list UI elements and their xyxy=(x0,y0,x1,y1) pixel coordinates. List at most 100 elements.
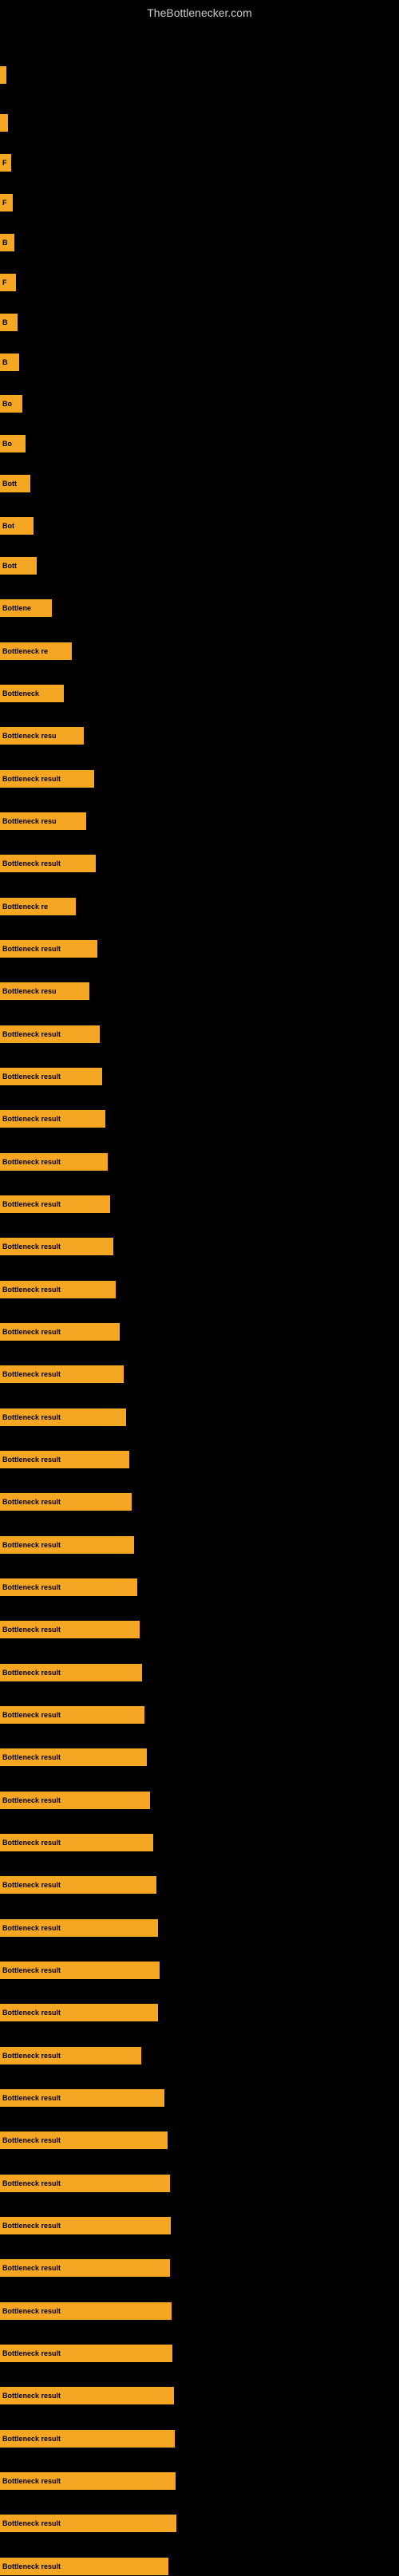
bar-row: Bottleneck result xyxy=(0,2046,399,2065)
bar: F xyxy=(0,154,11,172)
bars-container: FFBFBBBoBoBottBotBottBottleneBottleneck … xyxy=(0,26,399,2539)
bar-row: Bottleneck result xyxy=(0,1365,399,1384)
bar: Bottleneck re xyxy=(0,898,76,915)
bar: Bot xyxy=(0,517,34,535)
bar: Bottleneck result xyxy=(0,2345,172,2362)
bar-label: Bottleneck result xyxy=(2,2094,61,2102)
bar-label: Bottleneck result xyxy=(2,2136,61,2144)
bar-row: Bottleneck xyxy=(0,684,399,703)
bar-row: Bottleneck result xyxy=(0,1961,399,1980)
bar-label: Bottleneck result xyxy=(2,1796,61,1804)
bar-row: Bottleneck result xyxy=(0,1280,399,1299)
bar-row: B xyxy=(0,313,399,332)
bar-row: F xyxy=(0,153,399,172)
bar: Bottleneck result xyxy=(0,2472,176,2490)
bar: Bottleneck result xyxy=(0,2217,171,2234)
bar-label: Bottleneck result xyxy=(2,1413,61,1421)
bar-row: Bottleneck result xyxy=(0,1109,399,1128)
bar-label: Bottleneck result xyxy=(2,2477,61,2485)
bar-label: Bottleneck result xyxy=(2,1753,61,1761)
bar-label: Bottleneck result xyxy=(2,945,61,953)
bar: Bottleneck result xyxy=(0,940,97,958)
bar-row: Bottleneck resu xyxy=(0,812,399,831)
bar: Bottleneck result xyxy=(0,2004,158,2021)
bar-label: Bottleneck result xyxy=(2,1626,61,1634)
bar-row: Bottleneck resu xyxy=(0,726,399,745)
bar-row: Bot xyxy=(0,516,399,535)
bar: F xyxy=(0,194,13,211)
bar-label: Bottleneck xyxy=(2,689,39,697)
bar: Bottleneck resu xyxy=(0,982,89,1000)
bar-label: Bott xyxy=(2,562,17,570)
bar: Bottleneck result xyxy=(0,1493,132,1511)
bar: Bottlene xyxy=(0,599,52,617)
bar-row: F xyxy=(0,273,399,292)
bar-row: Bottleneck result xyxy=(0,2131,399,2150)
bar-row xyxy=(0,65,399,85)
bar: Bottleneck result xyxy=(0,2302,172,2320)
bar-row: Bottleneck resu xyxy=(0,982,399,1001)
bar-row: Bottleneck result xyxy=(0,2471,399,2491)
bar-label: Bottleneck result xyxy=(2,1881,61,1889)
bar-label: Bottleneck result xyxy=(2,2052,61,2060)
bar-label: F xyxy=(2,159,7,167)
bar: Bottleneck result xyxy=(0,2175,170,2192)
bar-row: Bottleneck result xyxy=(0,1578,399,1597)
bar-label: Bottleneck result xyxy=(2,2392,61,2400)
bar-label: Bottleneck result xyxy=(2,1669,61,1677)
bar-row: Bottleneck result xyxy=(0,1833,399,1852)
bar-row: Bott xyxy=(0,556,399,575)
bar: Bottleneck result xyxy=(0,1451,129,1468)
bar: Bottleneck result xyxy=(0,1919,158,1937)
bar-label: Bottleneck result xyxy=(2,859,61,867)
bar-label: Bottleneck result xyxy=(2,2009,61,2017)
bar: Bottleneck result xyxy=(0,1238,113,1255)
bar: Bottleneck resu xyxy=(0,727,84,745)
bar: Bottleneck result xyxy=(0,1664,142,1681)
bar-row: Bottleneck result xyxy=(0,2258,399,2278)
bar-label: Bottleneck re xyxy=(2,647,48,655)
bar: Bottleneck result xyxy=(0,1962,160,1979)
bar-row: Bottleneck result xyxy=(0,1195,399,1214)
bar-row: Bottleneck result xyxy=(0,2003,399,2022)
bar-label: Bottleneck result xyxy=(2,1966,61,1974)
bar-label: Bottleneck result xyxy=(2,1711,61,1719)
bar-label: Bottleneck result xyxy=(2,1286,61,1294)
bar-label: Bottleneck result xyxy=(2,1583,61,1591)
bar-label: Bottleneck result xyxy=(2,2519,61,2527)
bar-row: Bottleneck result xyxy=(0,2429,399,2448)
bar: Bott xyxy=(0,475,30,492)
bar-label: Bottleneck resu xyxy=(2,817,57,825)
bar: Bottleneck result xyxy=(0,1748,147,1766)
bar-label: Bottleneck result xyxy=(2,1030,61,1038)
bar-row: Bottleneck re xyxy=(0,897,399,916)
bar: Bottleneck resu xyxy=(0,812,86,830)
bar: Bottleneck result xyxy=(0,1153,108,1171)
bar-label: Bottleneck result xyxy=(2,1456,61,1464)
bar-row: Bottleneck result xyxy=(0,1918,399,1938)
bar-row: Bottleneck result xyxy=(0,769,399,788)
bar: Bottleneck result xyxy=(0,1409,126,1426)
bar-row: Bottleneck result xyxy=(0,1492,399,1511)
bar-row: Bottleneck result xyxy=(0,1748,399,1767)
bar-label: Bottleneck result xyxy=(2,1115,61,1123)
bar-row: Bottleneck result xyxy=(0,1620,399,1639)
bar: Bo xyxy=(0,395,22,413)
bar-row: Bo xyxy=(0,394,399,413)
bar-row: Bottleneck result xyxy=(0,1322,399,1341)
bar-label: Bo xyxy=(2,440,12,448)
bar xyxy=(0,114,8,132)
bar-row: Bottleneck result xyxy=(0,1705,399,1725)
bar-row: Bottleneck result xyxy=(0,1875,399,1894)
bar-label: Bottleneck result xyxy=(2,2179,61,2187)
bar-row: Bottleneck result xyxy=(0,2557,399,2576)
bar-label: Bottleneck result xyxy=(2,1158,61,1166)
bar: Bottleneck result xyxy=(0,1536,134,1554)
bar: Bottleneck result xyxy=(0,1621,140,1638)
bar-label: Bot xyxy=(2,522,14,530)
bar-label: Bottleneck resu xyxy=(2,732,57,740)
bar: B xyxy=(0,314,18,331)
bar-label: F xyxy=(2,279,7,286)
bar-label: Bottleneck result xyxy=(2,775,61,783)
bar-label: Bottleneck resu xyxy=(2,987,57,995)
